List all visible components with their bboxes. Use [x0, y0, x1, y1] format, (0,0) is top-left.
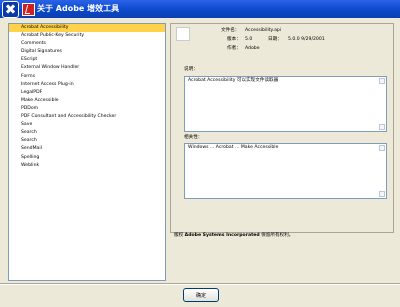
plugin-list-item[interactable]: Save — [9, 121, 165, 129]
description-text: Acrobat Accessibility 可以实现文件读取器 — [188, 78, 279, 83]
author-label: 作者： — [227, 46, 241, 51]
plugin-list-item[interactable]: Spelling — [9, 154, 165, 162]
plugin-list-item[interactable]: Digital Signatures — [9, 48, 165, 56]
plugin-list-item[interactable]: SendMail — [9, 145, 165, 153]
plugin-list-item[interactable]: EScript — [9, 56, 165, 64]
dependencies-text: Windows ... Acrobat ... Make Accessible — [188, 145, 279, 150]
dependencies-label: 相关性： — [184, 135, 203, 140]
plugin-list-item[interactable]: Comments — [9, 40, 165, 48]
description-label: 说明： — [184, 67, 198, 72]
copyright-company: Adobe Systems Incorporated — [184, 233, 260, 238]
acrobat-icon — [22, 3, 35, 16]
copyright-suffix: 保留所有权利。 — [261, 233, 294, 238]
version-value: 5.0 — [245, 37, 253, 42]
plugin-list-item[interactable]: Forms — [9, 73, 165, 81]
plugin-list-item[interactable]: Acrobat Public-Key Security — [9, 32, 165, 40]
plugin-details-panel: 文件名： Accessibility.api 版本： 5.0 日期： 5.0.0… — [170, 23, 394, 233]
file-name-value: Accessibility.api — [245, 28, 282, 33]
plugin-list-item[interactable]: Acrobat Accessibility — [9, 24, 165, 33]
plugin-list-item[interactable]: PDF Consultant and Accessibility Checker — [9, 113, 165, 121]
scroll-down-arrow-icon[interactable] — [379, 191, 385, 197]
plugin-list-item[interactable]: Make Accessible — [9, 97, 165, 105]
file-name-label: 文件名： — [221, 28, 240, 33]
plugin-list-item[interactable]: Weblink — [9, 162, 165, 170]
copyright-prefix: 版权 — [174, 233, 184, 238]
close-window-icon[interactable] — [2, 1, 19, 18]
divider — [0, 283, 400, 285]
scroll-up-arrow-icon[interactable] — [379, 78, 385, 84]
plugin-list-item[interactable]: Internet Access Plug-in — [9, 81, 165, 89]
plugin-file-icon — [176, 27, 190, 41]
plugin-list-item[interactable]: External Window Handler — [9, 64, 165, 72]
plugin-list-item[interactable]: PDDom — [9, 105, 165, 113]
scroll-down-arrow-icon[interactable] — [379, 124, 385, 130]
plugin-list-item[interactable]: Search — [9, 137, 165, 145]
dependencies-box[interactable]: Windows ... Acrobat ... Make Accessible — [184, 143, 387, 199]
plugin-list[interactable]: Acrobat Accessibility Acrobat Public-Key … — [8, 23, 166, 281]
version-label: 版本： — [227, 37, 241, 42]
author-value: Adobe — [245, 46, 260, 51]
plugin-list-item[interactable]: LegalPDF — [9, 89, 165, 97]
scroll-up-arrow-icon[interactable] — [379, 145, 385, 151]
ok-button[interactable]: 确定 — [183, 288, 219, 302]
plugin-list-item[interactable]: Search — [9, 129, 165, 137]
date-value: 5.0.0 9/29/2001 — [288, 37, 325, 42]
title-bar: 关于 Adobe 增效工具 — [0, 0, 400, 18]
description-box[interactable]: Acrobat Accessibility 可以实现文件读取器 — [184, 76, 387, 132]
window-title: 关于 Adobe 增效工具 — [37, 4, 120, 13]
date-label: 日期： — [268, 37, 282, 42]
copyright-note: 版权 Adobe Systems Incorporated 保留所有权利。 — [174, 233, 293, 239]
